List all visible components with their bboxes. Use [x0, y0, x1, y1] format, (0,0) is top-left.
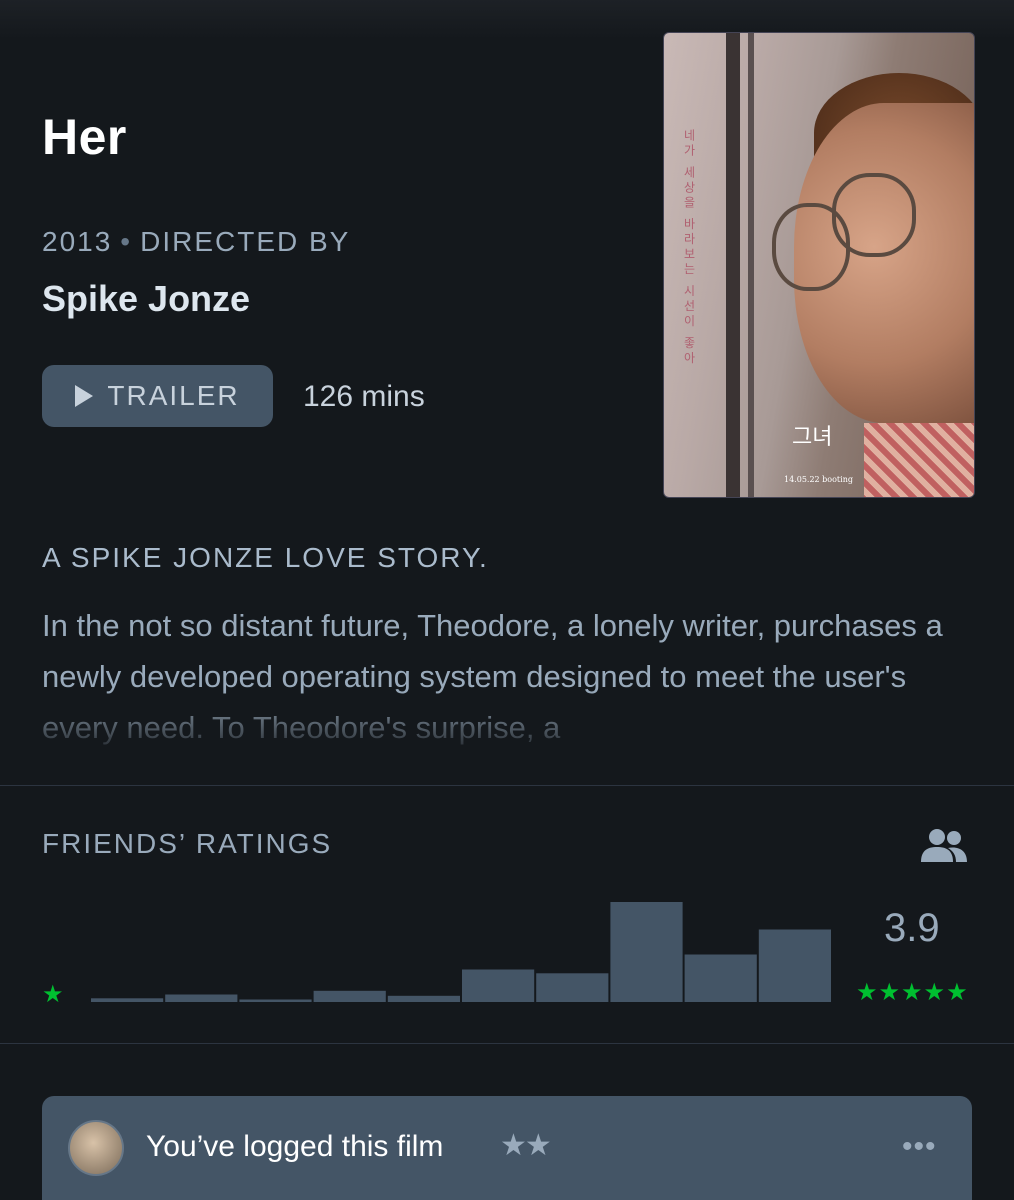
histogram-bar-2[interactable] — [313, 990, 386, 1002]
more-options-icon[interactable]: ••• — [902, 1130, 937, 1164]
avatar[interactable] — [68, 1120, 124, 1176]
histogram-bar-1.5[interactable] — [239, 999, 312, 1003]
friends-ratings-header[interactable]: FRIENDS’ RATINGS — [42, 828, 332, 860]
trailer-button[interactable]: TRAILER — [42, 365, 273, 427]
user-rating-stars: ★★ — [500, 1129, 552, 1162]
friends-icon[interactable] — [918, 826, 970, 866]
poster-window-frame — [726, 33, 740, 497]
trailer-label: TRAILER — [107, 380, 240, 411]
film-meta: 2013 • DIRECTED BY — [42, 226, 350, 258]
play-icon — [75, 385, 94, 407]
poster-window-frame-thin — [748, 33, 754, 497]
histogram-bar-3[interactable] — [462, 969, 535, 1003]
film-poster[interactable]: 네가 세상을 바라보는 시선이 좋아 그녀 14.05.22 booting — [663, 32, 975, 498]
divider — [0, 785, 1014, 786]
histogram-bar-4[interactable] — [610, 902, 683, 1002]
film-title: Her — [42, 109, 127, 165]
logged-text: You’ve logged this film — [146, 1130, 444, 1163]
poster-vertical-text: 네가 세상을 바라보는 시선이 좋아 — [682, 129, 696, 367]
film-year[interactable]: 2013 — [42, 226, 112, 257]
max-rating-stars: ★★★★★ — [856, 979, 969, 1006]
synopsis-fade — [0, 690, 1014, 752]
ratings-histogram[interactable] — [90, 900, 832, 1002]
histogram-bar-0.5[interactable] — [91, 998, 164, 1002]
histogram-bar-2.5[interactable] — [387, 995, 460, 1002]
poster-title: 그녀 — [792, 425, 833, 450]
divider — [0, 1043, 1014, 1044]
poster-glasses-right — [832, 173, 916, 257]
directed-by-label: DIRECTED BY — [140, 226, 351, 257]
poster-date: 14.05.22 booting — [784, 475, 853, 484]
average-rating: 3.9 — [884, 906, 940, 950]
histogram-bar-1[interactable] — [165, 994, 238, 1003]
logged-film-bar[interactable]: You’ve logged this film ★★ ••• — [42, 1096, 972, 1200]
min-rating-star: ★ — [42, 981, 64, 1008]
histogram-bar-3.5[interactable] — [536, 973, 609, 1002]
tagline: A SPIKE JONZE LOVE STORY. — [42, 542, 489, 573]
histogram-bar-5[interactable] — [758, 929, 831, 1003]
director-link[interactable]: Spike Jonze — [42, 278, 250, 320]
poster-shirt — [864, 423, 974, 497]
histogram-bar-4.5[interactable] — [684, 954, 757, 1003]
runtime: 126 mins — [303, 380, 425, 413]
separator-dot: • — [120, 226, 133, 257]
